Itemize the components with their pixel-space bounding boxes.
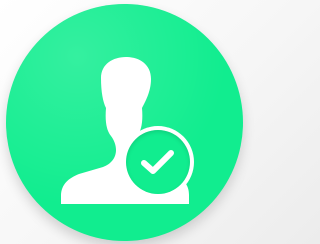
- verified-badge-fill: [126, 130, 190, 194]
- user-verified-icon-scene: [0, 0, 249, 244]
- verified-badge: [122, 126, 194, 198]
- user-verified-icon: [44, 46, 205, 207]
- checkmark-icon: [141, 150, 174, 174]
